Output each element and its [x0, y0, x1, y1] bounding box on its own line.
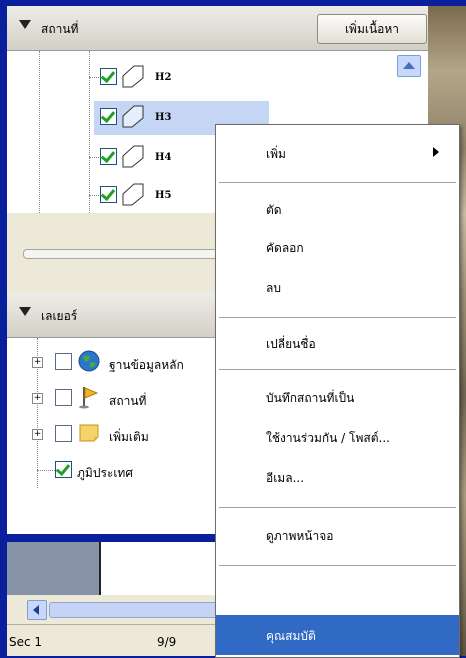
scroll-up-button[interactable] [397, 55, 421, 77]
menu-item-add[interactable]: เพิ่ม [216, 133, 459, 173]
tree-connector [37, 470, 55, 471]
globe-icon [78, 350, 100, 372]
collapse-triangle-icon[interactable] [19, 307, 31, 316]
row-label: H4 [155, 152, 172, 163]
status-count: 9/9 [157, 635, 177, 649]
tree-connector [89, 77, 99, 78]
layer-label: สถานที่ [109, 394, 147, 408]
checkbox[interactable] [55, 389, 72, 406]
checkbox[interactable] [100, 107, 117, 125]
polygon-icon [122, 105, 144, 128]
menu-item-delete[interactable]: ลบ [216, 267, 459, 307]
tree-row-h2[interactable]: H2 [7, 61, 428, 95]
menu-item-rename[interactable]: เปลี่ยนชื่อ [216, 323, 459, 363]
add-content-button[interactable]: เพิ่มเนื้อหา [317, 14, 427, 44]
menu-separator [219, 317, 456, 318]
collapse-triangle-icon[interactable] [19, 20, 31, 29]
checkbox[interactable] [55, 353, 72, 370]
menu-item-cut[interactable]: ตัด [216, 189, 459, 229]
expand-plus-icon[interactable]: + [32, 357, 43, 368]
places-header[interactable]: สถานที่ เพิ่มเนื้อหา [7, 6, 428, 51]
menu-item-label: ใช้งานร่วมกัน / โพสต์... [266, 431, 390, 445]
menu-separator [219, 565, 456, 566]
menu-item-label: เพิ่ม [266, 147, 286, 161]
check-mark-icon [100, 185, 116, 202]
menu-item-label: ตัด [266, 203, 282, 217]
menu-item-copy[interactable]: คัดลอก [216, 227, 459, 267]
submenu-arrow-icon [433, 147, 439, 157]
layer-label: ฐานข้อมูลหลัก [109, 358, 184, 372]
row-label: H5 [155, 190, 172, 201]
menu-item-label: อีเมล... [266, 471, 305, 485]
check-mark-icon [100, 107, 116, 124]
menu-item-label: บันทึกสถานที่เป็น [266, 391, 355, 405]
menu-item-share-post[interactable]: ใช้งานร่วมกัน / โพสต์... [216, 417, 459, 457]
polygon-icon [122, 145, 144, 168]
polygon-icon [122, 65, 144, 88]
checkbox[interactable] [100, 147, 117, 165]
menu-item-label: คุณสมบัติ [266, 629, 316, 643]
menu-item-properties[interactable]: คุณสมบัติ [216, 615, 459, 655]
menu-item-label: ลบ [266, 281, 281, 295]
layers-title: เลเยอร์ [41, 309, 78, 323]
preview-thumbnail [7, 542, 99, 595]
row-label: H2 [155, 72, 172, 83]
checkbox[interactable] [55, 425, 72, 442]
check-mark-icon [100, 147, 116, 164]
menu-item-save-place-as[interactable]: บันทึกสถานที่เป็น [216, 377, 459, 417]
status-section: Sec 1 [9, 635, 43, 649]
menu-item-label: เปลี่ยนชื่อ [266, 337, 316, 351]
check-mark-icon [55, 460, 71, 477]
menu-item-label: ดูภาพหน้าจอ [266, 529, 334, 543]
menu-separator [219, 182, 456, 183]
expand-plus-icon[interactable]: + [32, 429, 43, 440]
menu-item-view-screenshot[interactable]: ดูภาพหน้าจอ [216, 515, 459, 555]
chevron-up-icon [403, 62, 415, 69]
menu-item-label: คัดลอก [266, 241, 304, 255]
check-mark-icon [100, 67, 116, 84]
menu-separator [219, 507, 456, 508]
checkbox[interactable] [100, 185, 117, 203]
menu-separator [219, 369, 456, 370]
row-label: H3 [155, 112, 172, 123]
context-menu: เพิ่ม ตัด คัดลอก ลบ เปลี่ยนชื่อ บันทึกสถ… [215, 124, 460, 658]
tree-connector [89, 157, 99, 158]
flag-icon [79, 387, 99, 409]
checkbox[interactable] [100, 67, 117, 85]
chevron-left-icon [33, 605, 39, 615]
scroll-left-button[interactable] [27, 600, 47, 620]
checkbox[interactable] [55, 460, 72, 478]
expand-plus-icon[interactable]: + [32, 393, 43, 404]
layer-label: เพิ่มเติม [109, 430, 149, 444]
tree-connector [89, 195, 99, 196]
places-title: สถานที่ [41, 22, 79, 36]
layer-label: ภูมิประเทศ [77, 466, 133, 480]
menu-item-email[interactable]: อีเมล... [216, 457, 459, 497]
polygon-icon [122, 183, 144, 206]
folder-icon [79, 424, 99, 442]
